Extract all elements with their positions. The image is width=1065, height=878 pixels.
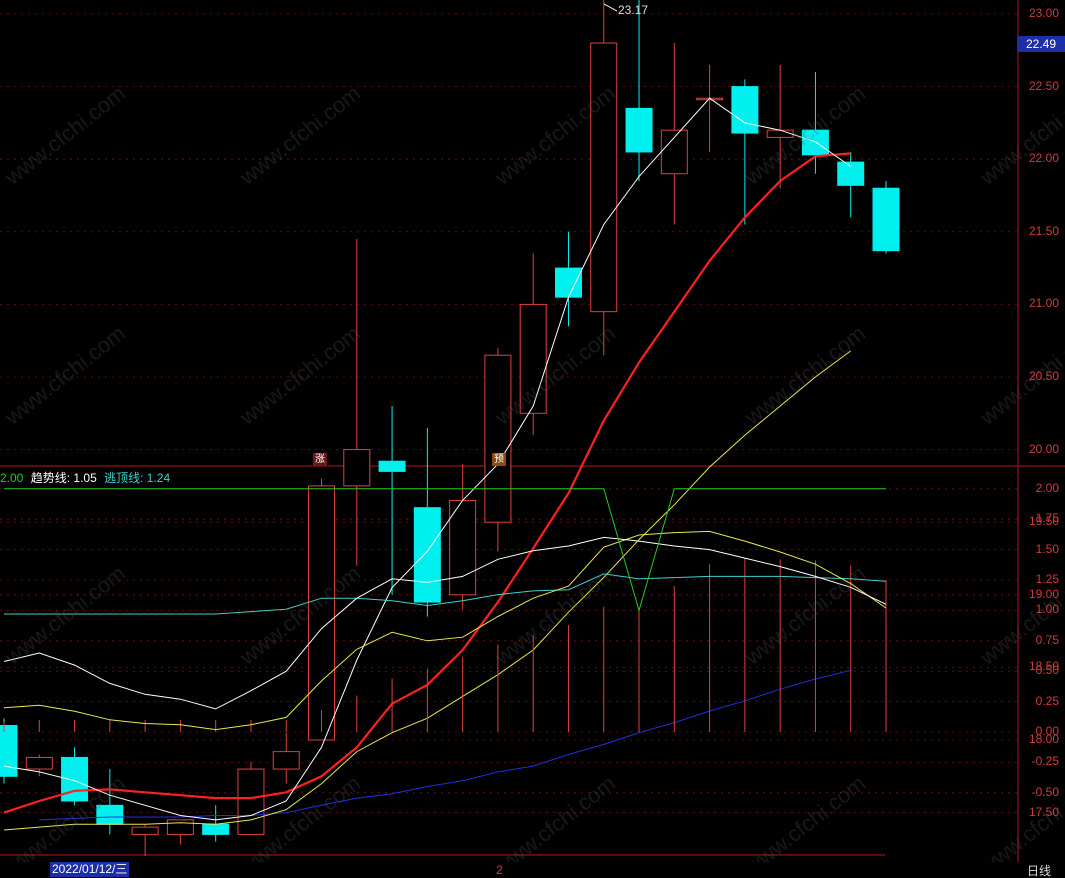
- indicator-tick-label: 1.50: [1035, 541, 1059, 556]
- candle-body-down: [731, 86, 759, 134]
- price-tick-label: 21.50: [1028, 223, 1059, 238]
- indicator-tick-label: -0.25: [1031, 754, 1059, 769]
- price-tick-label: 23.00: [1028, 6, 1059, 20]
- candle-body-up: [131, 826, 159, 835]
- chart-canvas[interactable]: [0, 0, 1065, 878]
- trend-line: [3, 536, 887, 710]
- time-axis-bar: [0, 862, 1065, 878]
- candle-body-up: [484, 354, 512, 523]
- high-pointer: [603, 3, 618, 12]
- price-tick-label: 20.50: [1028, 369, 1059, 383]
- candle-body-up: [449, 499, 477, 596]
- indicator-tick-label: 1.75: [1035, 511, 1059, 526]
- price-tick-label: 17.50: [1028, 804, 1059, 819]
- indicator-tick-label: 0.25: [1035, 693, 1059, 708]
- price-tick-label: 22.50: [1028, 78, 1059, 93]
- candle-body-down: [837, 161, 865, 186]
- indicator-tick-label: 1.00: [1035, 602, 1059, 617]
- signal-marker-warning[interactable]: 预: [492, 453, 506, 466]
- candle-body-up: [166, 819, 194, 835]
- candle-body-down: [625, 107, 653, 153]
- candle-body-up: [343, 449, 371, 487]
- signal-line: [4, 488, 886, 613]
- current-price-tag: 22.49: [1017, 36, 1065, 52]
- candle-body-down: [378, 460, 406, 472]
- escape-line-label: 逃顶线:: [104, 471, 144, 485]
- indicator-tick-label: 1.25: [1035, 572, 1059, 586]
- time-axis-tick: 2: [496, 863, 503, 877]
- price-tick-label: 20.00: [1028, 441, 1059, 456]
- indicator-tick-label: 0.75: [1035, 632, 1059, 647]
- trend-line-value: 1.05: [73, 471, 97, 485]
- period-selector[interactable]: 日线: [1027, 862, 1051, 878]
- cursor-date-label: 2022/01/12/三: [50, 862, 130, 877]
- yellow-line: [3, 530, 887, 731]
- indicator-tick-label: 2.00: [1035, 480, 1059, 495]
- candle-body-down: [872, 187, 900, 252]
- price-tick-label: 19.00: [1028, 586, 1059, 601]
- price-tick-label: 21.00: [1028, 296, 1059, 311]
- ma60-line: [39, 669, 851, 821]
- trend-line-label: 趋势线:: [30, 471, 71, 485]
- price-tick-label: 22.00: [1028, 151, 1059, 166]
- escape-line-value: 1.24: [146, 471, 171, 485]
- indicator-tick-label: -0.50: [1031, 784, 1059, 799]
- indicator-legend: 2.00 趋势线: 1.05 逃顶线: 1.24: [0, 469, 174, 486]
- escape-line: [4, 573, 887, 615]
- signal-marker-rise[interactable]: 涨: [313, 453, 327, 466]
- signal-value: 2.00: [0, 471, 24, 485]
- indicator-tick-label: 0.00: [1035, 724, 1059, 738]
- indicator-tick-label: 0.50: [1035, 663, 1059, 678]
- stock-chart-window[interactable]: www.cfchi.com www.cfchi.com www.cfchi.com w…: [0, 0, 1065, 878]
- high-price-label: 23.17: [618, 3, 649, 17]
- candle-body-up: [25, 756, 53, 770]
- candle-body-up: [237, 768, 265, 835]
- candle-body-down: [202, 823, 230, 835]
- candle-body-up: [272, 751, 300, 770]
- candle-body-down: [0, 724, 18, 777]
- candle-body-down: [554, 267, 582, 298]
- candle-body-down: [413, 507, 441, 603]
